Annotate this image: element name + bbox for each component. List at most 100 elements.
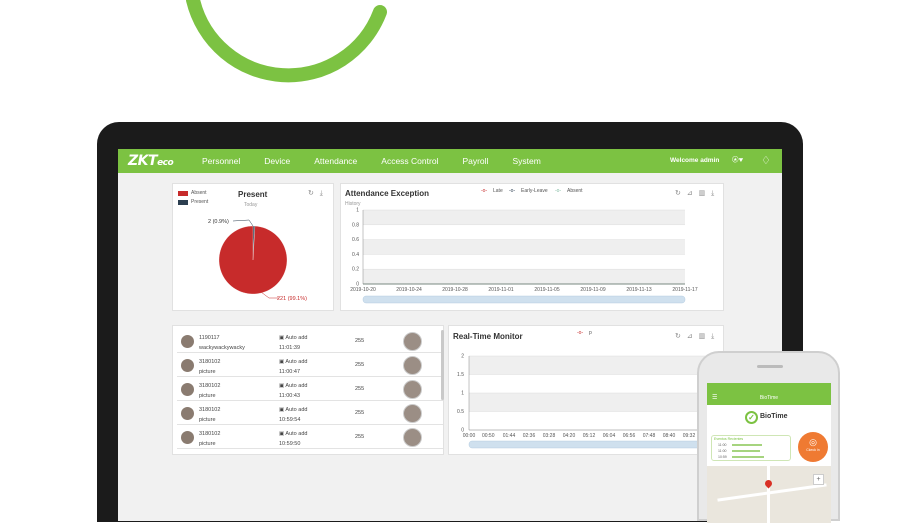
x-tick-label: 2019-11-17	[672, 287, 697, 293]
pie-label-absent: 221 (99.1%)	[277, 296, 307, 302]
pie-leader-line	[232, 219, 254, 227]
map-locate-button[interactable]: +	[813, 474, 824, 485]
pie-label-present: 2 (0.9%)	[208, 219, 229, 225]
event-type: Auto add	[285, 359, 308, 365]
table-row[interactable]: 3180102 picture ▣ Auto add 10:59:50 255	[177, 426, 443, 449]
laptop-screen: ZKTeco Personnel Device Attendance Acces…	[118, 149, 782, 521]
event-bar	[732, 444, 762, 446]
check-in-label: Ckeck in	[806, 448, 820, 452]
x-tick-label: 2019-11-01	[488, 287, 513, 293]
x-tick-label: 06:56	[623, 433, 636, 439]
menu-payroll[interactable]: Payroll	[462, 156, 488, 166]
event-info: ▣ Auto add 11:00:43	[279, 381, 307, 401]
welcome-text: Welcome admin	[670, 157, 720, 164]
map-road	[717, 483, 827, 502]
recent-events-box: Eventos Recientes 11:00 11:00 10:59	[711, 435, 791, 461]
capture-photo[interactable]	[403, 332, 422, 351]
attendance-exception-chart: 00.20.40.60.812019-10-20 2019-10-24 2019-1…	[350, 208, 698, 304]
user-icon[interactable]: ⍟▾	[732, 154, 743, 167]
y-tick-label: 0.8	[352, 222, 359, 228]
event-time: 11:01:39	[279, 345, 301, 351]
real-time-monitor-chart: 00.511.5200:00 00:50 01:44 02:36 03:28 04:20 0…	[457, 354, 715, 449]
person-id: 3180102	[199, 383, 221, 389]
x-tick-label: 2019-11-09	[580, 287, 605, 293]
capture-photo[interactable]	[403, 404, 422, 423]
x-tick-label: 2019-10-20	[350, 287, 376, 293]
grid-band	[363, 239, 685, 255]
check-in-button[interactable]: ◎ Ckeck in	[798, 432, 828, 462]
main-menu: Personnel Device Attendance Access Contr…	[202, 156, 565, 166]
avatar	[181, 383, 194, 396]
person-id: 3180102	[199, 359, 221, 365]
event-type: Auto add	[285, 335, 308, 341]
pie-slice-absent	[218, 225, 288, 295]
event-info: ▣ Auto add 10:59:50	[279, 429, 307, 449]
event-time: 11:00:43	[279, 393, 301, 399]
x-tick-label: 07:48	[643, 433, 656, 439]
event-code: 255	[355, 338, 365, 344]
capture-photo[interactable]	[403, 380, 422, 399]
person-name: wackywackywacky	[199, 345, 245, 351]
menu-access-control[interactable]: Access Control	[381, 156, 438, 166]
event-type: Auto add	[285, 407, 308, 413]
x-tick-label: 05:12	[583, 433, 596, 439]
x-tick-label: 00:50	[482, 433, 495, 439]
person-id-name: 3180102 picture	[199, 357, 220, 377]
event-time: 10:59:54	[279, 417, 301, 423]
x-tick-label: 01:44	[503, 433, 516, 439]
event-info: ▣ Auto add 10:59:54	[279, 405, 307, 425]
table-row[interactable]: 3180102 picture ▣ Auto add 11:00:47 255	[177, 354, 443, 377]
person-id: 3180102	[199, 407, 221, 413]
decorative-arc	[186, 0, 387, 83]
table-row[interactable]: 3180102 picture ▣ Auto add 10:59:54 255	[177, 402, 443, 425]
event-code: 255	[355, 434, 365, 440]
menu-system[interactable]: System	[512, 156, 540, 166]
capture-photo[interactable]	[403, 356, 422, 375]
event-time: 10:59:50	[279, 441, 301, 447]
zoom-slider	[468, 440, 710, 449]
person-name: picture	[199, 393, 216, 399]
real-time-monitor-panel: Real-Time Monitor -o- p ↻ ⊿ ▥ ⤓ 0 0.5 1 1.5…	[448, 325, 724, 455]
x-tick-label: 04:20	[563, 433, 576, 439]
shirt-icon[interactable]: ♢	[761, 154, 771, 167]
grid-band	[469, 356, 709, 375]
avatar	[181, 407, 194, 420]
person-id-name: 3180102 picture	[199, 381, 220, 401]
records-panel: 1190117 wackywackywacky ▣ Auto add 11:01:39…	[172, 325, 444, 455]
table-row[interactable]: 3180102 picture ▣ Auto add 11:00:43 255	[177, 378, 443, 401]
table-row[interactable]: 1190117 wackywackywacky ▣ Auto add 11:01:39…	[177, 330, 443, 353]
grid-band	[469, 393, 709, 412]
map-pin-icon	[763, 478, 774, 489]
biotime-logo-text: BioTime	[760, 413, 788, 420]
phone-speaker	[757, 365, 783, 368]
person-name: picture	[199, 441, 216, 447]
phone-screen: ☰ BioTime ✓ BioTime Eventos Recientes 11…	[707, 383, 831, 523]
x-tick-label: 09:32	[683, 433, 696, 439]
menu-attendance[interactable]: Attendance	[314, 156, 357, 166]
x-tick-label: 06:04	[603, 433, 616, 439]
event-type: Auto add	[285, 383, 308, 389]
event-bar	[732, 450, 760, 452]
event-info: ▣ Auto add 11:01:39	[279, 333, 307, 353]
phone-header-title: BioTime	[759, 395, 779, 401]
grid-band	[363, 210, 685, 225]
y-tick-label: 1.5	[457, 372, 464, 378]
present-panel: Absent Present Present Today ↻ ⤓ 2 (0.9%…	[172, 183, 334, 311]
map-road	[767, 466, 770, 523]
event-code: 255	[355, 386, 365, 392]
menu-personnel[interactable]: Personnel	[202, 156, 240, 166]
avatar	[181, 359, 194, 372]
records-scrollbar[interactable]	[441, 330, 444, 400]
map-view[interactable]: +	[707, 466, 831, 523]
x-tick-label: 00:00	[463, 433, 476, 439]
fingerprint-icon: ◎	[809, 437, 817, 447]
person-name: picture	[199, 417, 216, 423]
person-id: 3180102	[199, 431, 221, 437]
event-time: 11:00	[718, 449, 727, 453]
menu-device[interactable]: Device	[264, 156, 290, 166]
avatar	[181, 335, 194, 348]
event-time: 10:59	[718, 455, 727, 459]
present-pie-chart: 2 (0.9%) 221 (99.1%)	[208, 219, 307, 302]
attendance-exception-panel: Attendance Exception History -o- Late -o…	[340, 183, 724, 311]
capture-photo[interactable]	[403, 428, 422, 447]
